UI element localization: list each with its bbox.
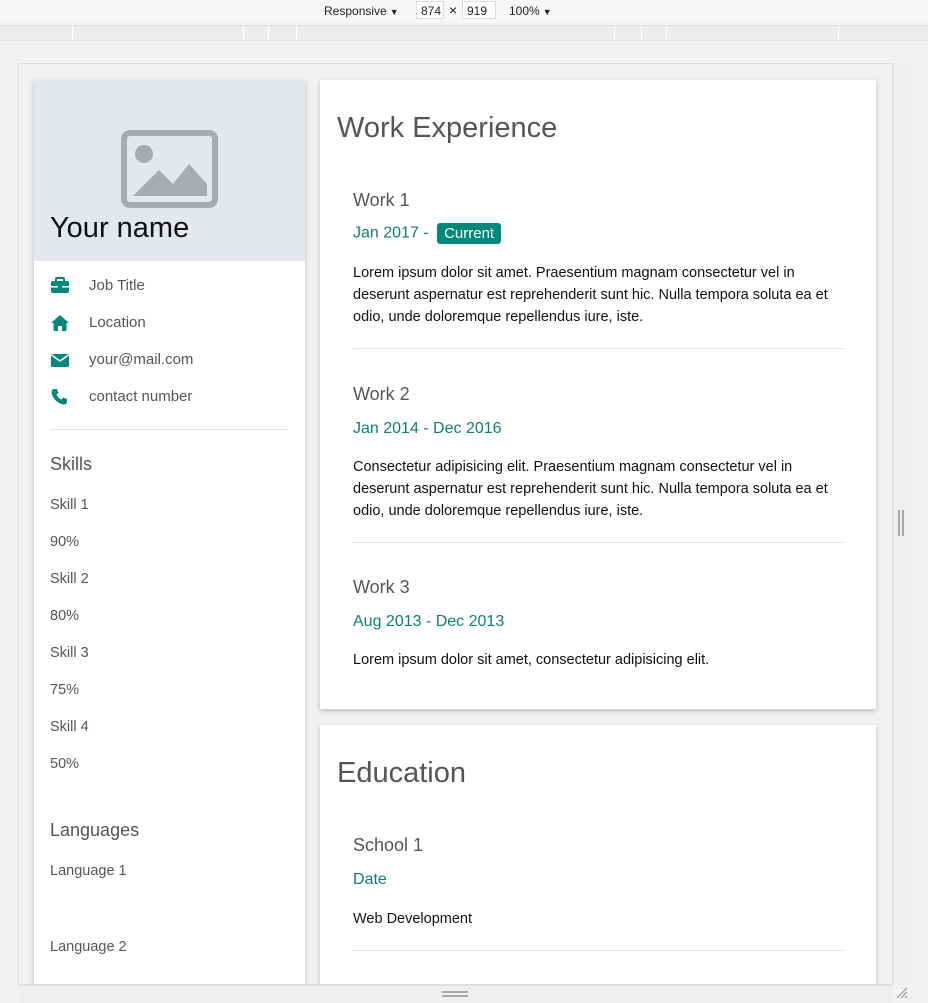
ruler-divider bbox=[838, 26, 839, 40]
work-date-text: Jan 2017 - bbox=[353, 224, 434, 242]
education-card: Education School 1 Date Web Development bbox=[320, 725, 876, 984]
location-text: Location bbox=[89, 314, 146, 331]
zoom-label: 100% bbox=[509, 4, 540, 18]
work-entry-date: Aug 2013 - Dec 2013 bbox=[353, 613, 505, 630]
education-entry-date: Date bbox=[353, 871, 387, 888]
language-item: Language 2 bbox=[50, 939, 127, 955]
ruler-divider bbox=[243, 26, 244, 40]
education-title: Education bbox=[337, 757, 466, 789]
profile-name: Your name bbox=[50, 212, 190, 244]
ruler-divider bbox=[72, 26, 73, 40]
phone-text: contact number bbox=[89, 388, 193, 405]
device-label: Responsive bbox=[324, 4, 387, 18]
resize-grip-right[interactable] bbox=[898, 510, 904, 536]
profile-photo: Your name bbox=[34, 80, 305, 261]
skill-percent: 90% bbox=[50, 534, 80, 550]
mail-icon bbox=[51, 354, 69, 367]
education-entry-description: Web Development bbox=[353, 911, 473, 927]
work-entry-title: Work 3 bbox=[353, 577, 410, 597]
work-experience-title: Work Experience bbox=[337, 112, 558, 144]
chevron-down-icon: ▼ bbox=[542, 7, 552, 17]
skill-name: Skill 3 bbox=[50, 645, 89, 661]
divider bbox=[353, 348, 845, 349]
home-icon bbox=[51, 315, 69, 331]
work-entry-description: Lorem ipsum dolor sit amet, consectetur … bbox=[353, 652, 710, 668]
work-entry-date: Jan 2017 - Current bbox=[353, 223, 502, 244]
work-entry-description: Lorem ipsum dolor sit amet. Praesentium … bbox=[353, 265, 828, 325]
work-entry-date: Jan 2014 - Dec 2016 bbox=[353, 420, 502, 437]
phone-icon bbox=[51, 389, 67, 405]
skill-name: Skill 2 bbox=[50, 571, 89, 587]
ruler-divider bbox=[614, 26, 615, 40]
resize-corner-icon[interactable] bbox=[895, 986, 909, 1000]
briefcase-icon bbox=[51, 277, 69, 293]
ruler-divider bbox=[268, 26, 269, 40]
language-item: Language 1 bbox=[50, 863, 127, 879]
languages-heading: Languages bbox=[50, 820, 140, 840]
image-placeholder-icon bbox=[121, 130, 218, 208]
email-text: your@mail.com bbox=[89, 351, 194, 368]
times-icon: × bbox=[449, 2, 458, 18]
zoom-select[interactable]: 100% ▼ bbox=[509, 3, 552, 19]
divider bbox=[353, 542, 845, 543]
divider bbox=[353, 950, 845, 951]
devtools-toolbar: Responsive ▼ 874 × 919 100% ▼ bbox=[0, 0, 928, 42]
ruler-divider bbox=[296, 26, 297, 40]
skill-percent: 80% bbox=[50, 608, 80, 624]
education-entry-title: School 1 bbox=[353, 835, 424, 855]
ruler-divider bbox=[641, 26, 642, 40]
work-experience-card: Work Experience Work 1 Jan 2017 - Curren… bbox=[320, 80, 876, 709]
work-entry-title: Work 1 bbox=[353, 190, 410, 210]
resize-grip-bottom[interactable] bbox=[442, 991, 468, 997]
height-input[interactable]: 919 bbox=[462, 1, 496, 19]
work-entry-title: Work 2 bbox=[353, 384, 410, 404]
current-badge: Current bbox=[437, 223, 502, 244]
width-input[interactable]: 874 bbox=[416, 1, 444, 19]
skill-name: Skill 1 bbox=[50, 497, 89, 513]
device-viewport: Your name Job Title Location your@mail.c… bbox=[18, 63, 893, 985]
job-title-text: Job Title bbox=[89, 277, 145, 294]
divider bbox=[50, 429, 288, 430]
skill-percent: 50% bbox=[50, 756, 80, 772]
skill-percent: 75% bbox=[50, 682, 80, 698]
profile-card: Your name Job Title Location your@mail.c… bbox=[34, 80, 305, 984]
chevron-down-icon: ▼ bbox=[389, 7, 399, 17]
device-select[interactable]: Responsive ▼ bbox=[324, 3, 399, 19]
skill-name: Skill 4 bbox=[50, 719, 89, 735]
ruler-divider bbox=[666, 26, 667, 40]
media-query-ruler[interactable] bbox=[0, 25, 928, 41]
work-entry-description: Consectetur adipisicing elit. Praesentiu… bbox=[353, 459, 828, 519]
device-toolbar: Responsive ▼ 874 × 919 100% ▼ bbox=[0, 0, 928, 22]
skills-heading: Skills bbox=[50, 454, 93, 474]
